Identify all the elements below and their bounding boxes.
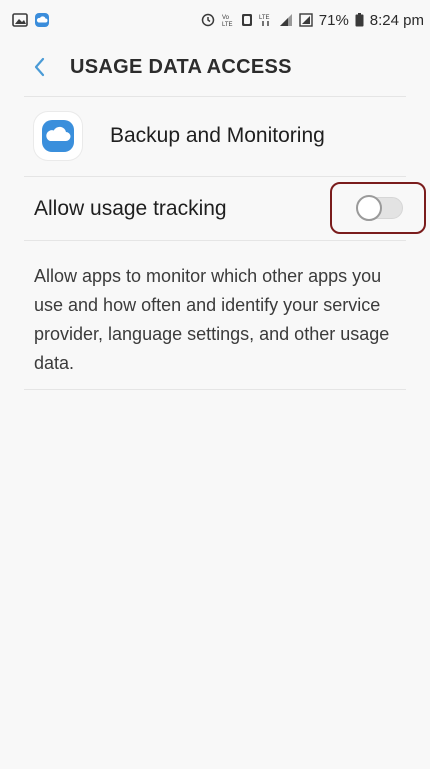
gallery-icon (12, 13, 28, 27)
svg-text:LTE: LTE (259, 15, 270, 21)
usage-tracking-label: Allow usage tracking (34, 197, 227, 220)
chevron-left-icon (34, 57, 45, 77)
header: USAGE DATA ACCESS (0, 40, 430, 94)
app-icon (34, 112, 82, 160)
battery-icon (355, 13, 364, 27)
divider (24, 96, 406, 97)
page-title: USAGE DATA ACCESS (70, 55, 292, 78)
usage-tracking-switch[interactable] (356, 195, 403, 221)
sim-icon (299, 13, 313, 27)
cloud-icon (34, 12, 50, 28)
divider (24, 240, 406, 241)
description-text: Allow apps to monitor which other apps y… (34, 266, 390, 373)
status-bar-left (12, 12, 50, 28)
app-name: Backup and Monitoring (110, 124, 325, 147)
divider (24, 389, 406, 390)
svg-text:Vo: Vo (222, 15, 230, 21)
volte-icon: Vo LTE (221, 13, 235, 27)
svg-text:LTE: LTE (222, 22, 233, 27)
battery-percent: 71% (318, 11, 349, 29)
app-row: Backup and Monitoring (0, 98, 430, 174)
back-button[interactable] (26, 53, 54, 81)
cloud-icon (42, 120, 74, 152)
status-bar-right: Vo LTE LTE 71% 8:24 pm (201, 12, 424, 29)
switch-knob (356, 195, 382, 221)
usage-tracking-row[interactable]: Allow usage tracking (0, 178, 430, 240)
alarm-icon (201, 13, 215, 27)
lte-icon: LTE (259, 13, 273, 27)
status-bar: Vo LTE LTE 71% 8:24 pm (0, 0, 430, 40)
nfc-icon (241, 13, 253, 27)
clock: 8:24 pm (369, 11, 424, 29)
signal-icon (279, 13, 293, 27)
divider (24, 176, 406, 177)
